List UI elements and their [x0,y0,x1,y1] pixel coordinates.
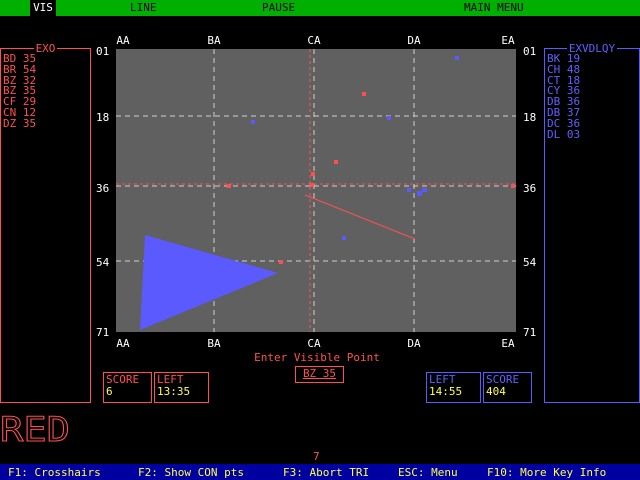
row-label-right: 36 [523,182,536,195]
f2-key[interactable]: F2: Show CON pts [138,466,244,479]
red-point [511,184,515,188]
row-label-right: 71 [523,326,536,339]
f1-key[interactable]: F1: Crosshairs [8,466,101,479]
row-label-left: 54 [96,256,110,269]
point-input-value: BZ 35 [302,367,337,380]
red-point [227,184,231,188]
red-score-box: SCORE 6 [103,372,152,403]
point-input[interactable]: BZ 35 [295,366,344,383]
input-prompt: Enter Visible Point [254,351,380,364]
blue-point [407,188,411,192]
col-label-bottom: EA [501,337,515,350]
red-point [310,183,314,187]
f10-key[interactable]: F10: More Key Info [487,466,606,479]
blue-point [455,56,459,60]
blue-time-value: 14:55 [429,385,463,398]
row-label-right: 18 [523,111,536,124]
red-time-box: LEFT 13:35 [154,372,209,403]
player-name-text: RED [0,410,70,448]
col-label-bottom: DA [407,337,421,350]
col-label-top: CA [307,34,321,47]
blue-point [342,236,346,240]
red-point [362,92,366,96]
blue-point [422,188,427,192]
row-label-left: 71 [96,326,109,339]
row-label-right: 54 [523,256,537,269]
blue-score-box: SCORE 404 [483,372,532,403]
col-label-bottom: BA [207,337,221,350]
turn-counter: 7 [313,450,320,463]
red-point [311,172,315,176]
red-point [279,260,283,264]
blue-time-box: LEFT 14:55 [426,372,481,403]
row-label-left: 36 [96,182,109,195]
red-point [334,160,338,164]
row-label-left: 01 [96,45,109,58]
row-label-left: 18 [96,111,109,124]
red-time-value: 13:35 [157,385,191,398]
current-player-name: RED [0,410,71,449]
blue-point [251,120,255,124]
red-score-value: 6 [106,385,113,398]
function-key-bar: F1: Crosshairs F2: Show CON pts F3: Abor… [0,464,640,480]
col-label-top: DA [407,34,421,47]
blue-point [417,191,422,196]
row-label-right: 01 [523,45,536,58]
blue-point [387,116,391,120]
blue-score-value: 404 [486,385,506,398]
col-label-top: AA [116,34,130,47]
col-label-bottom: AA [116,337,130,350]
col-label-top: BA [207,34,221,47]
col-label-bottom: CA [307,337,321,350]
esc-key[interactable]: ESC: Menu [398,466,458,479]
col-label-top: EA [501,34,515,47]
f3-key[interactable]: F3: Abort TRI [283,466,369,479]
